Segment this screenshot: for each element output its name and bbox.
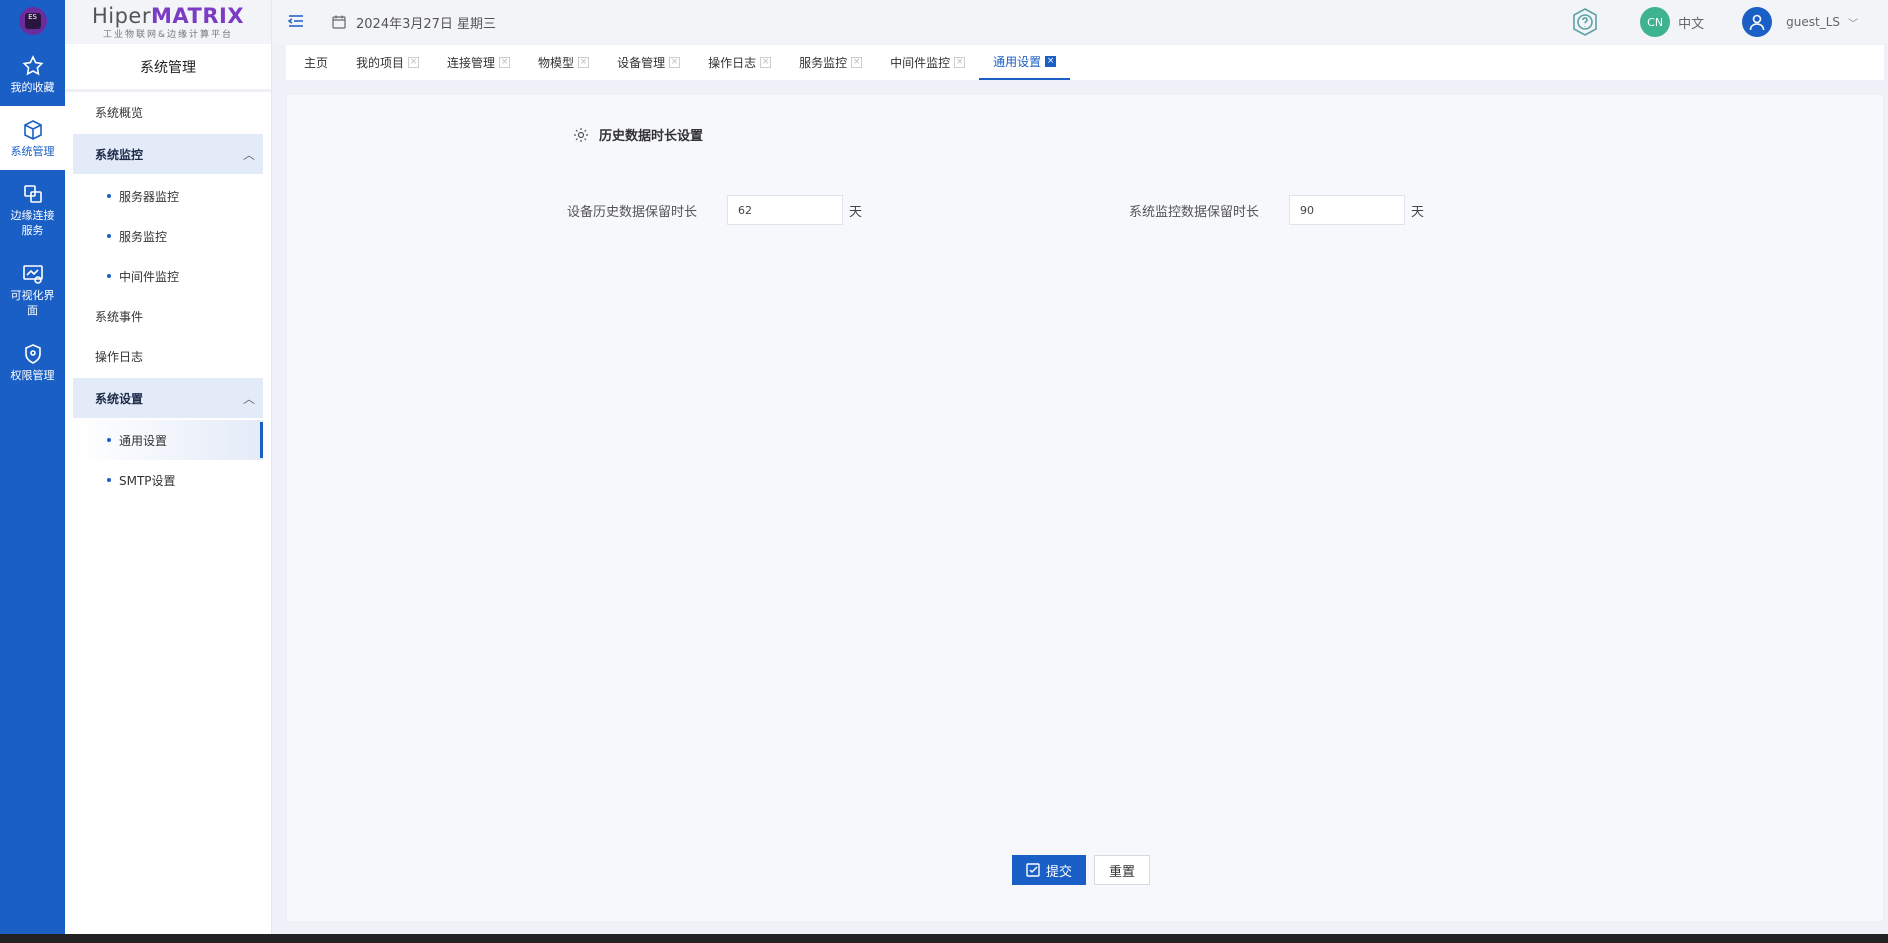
close-icon[interactable]: × (851, 57, 863, 68)
sidebar: HiperMATRIX 工业物联网&边缘计算平台 系统管理 系统概览 系统监控 ︿… (65, 0, 272, 934)
close-icon[interactable]: × (499, 57, 511, 68)
monitor-history-row: 系统监控数据保留时长 90 天 (1129, 195, 1424, 225)
form-actions: 提交 重置 (1012, 855, 1151, 885)
unit-label: 天 (849, 204, 863, 220)
chevron-up-icon: ︿ (242, 147, 255, 162)
section-title: 历史数据时长设置 (573, 125, 1607, 144)
checkbox-icon (1026, 863, 1040, 877)
device-history-input[interactable]: 62 (727, 195, 843, 225)
close-icon[interactable]: × (760, 57, 772, 68)
rail-item-favorites[interactable]: 我的收藏 (0, 42, 65, 106)
tab-bar: 主页 我的项目 × 连接管理 × 物模型 × 设备管理 × 操作日志 × 服务监控 × 中间… (286, 45, 1884, 80)
current-date: 2024年3月27日 星期三 (332, 13, 496, 32)
sidebar-item-smtp-settings[interactable]: SMTP设置 (73, 460, 263, 500)
close-icon[interactable]: × (669, 57, 681, 68)
close-icon[interactable]: × (578, 57, 590, 68)
device-history-label: 设备历史数据保留时长 (567, 204, 698, 220)
tab-service-monitor[interactable]: 服务监控 × (785, 45, 876, 80)
link-icon (23, 185, 42, 203)
rail-item-visualization[interactable]: 可视化界面 (0, 250, 65, 330)
bullet-icon (107, 234, 111, 238)
taskbar-strip (0, 934, 1888, 943)
user-name[interactable]: guest_LS (1786, 15, 1840, 29)
bullet-icon (107, 438, 111, 442)
chevron-down-icon[interactable]: ﹀ (1848, 15, 1858, 30)
rail-item-system-management[interactable]: 系统管理 (0, 106, 65, 170)
sidebar-item-general-settings[interactable]: 通用设置 (73, 420, 263, 460)
chevron-up-icon: ︿ (242, 391, 255, 406)
sidebar-item-operation-log[interactable]: 操作日志 (73, 336, 263, 376)
sidebar-group-system-settings[interactable]: 系统设置 ︿ (73, 378, 263, 418)
visual-icon (22, 265, 43, 284)
reset-button[interactable]: 重置 (1094, 855, 1151, 885)
submit-button[interactable]: 提交 (1012, 855, 1087, 885)
language-badge[interactable]: CN (1640, 7, 1671, 37)
sidebar-item-middleware-monitor[interactable]: 中间件监控 (73, 256, 263, 296)
help-icon[interactable] (1570, 7, 1600, 37)
language-label[interactable]: 中文 (1678, 13, 1704, 32)
tab-home[interactable]: 主页 (290, 45, 342, 80)
monitor-history-input[interactable]: 90 (1289, 195, 1405, 225)
gear-icon (574, 127, 588, 142)
history-settings-panel: 历史数据时长设置 设备历史数据保留时长 62 天 系统监控数据保留时长 90 天 (567, 125, 1607, 245)
main-content: 历史数据时长设置 设备历史数据保留时长 62 天 系统监控数据保留时长 90 天… (286, 94, 1884, 922)
tab-thing-model[interactable]: 物模型 × (524, 45, 603, 80)
tab-connection-management[interactable]: 连接管理 × (433, 45, 524, 80)
bullet-icon (107, 478, 111, 482)
logo-icon: ES (18, 7, 47, 35)
tab-general-settings[interactable]: 通用设置 × (979, 45, 1071, 80)
tab-middleware-monitor[interactable]: 中间件监控 × (876, 45, 979, 80)
device-history-row: 设备历史数据保留时长 62 天 (567, 195, 862, 225)
icon-rail: ES 我的收藏 系统管理 边缘连接服务 可视化界面 权限管理 (0, 0, 65, 934)
shield-icon (24, 343, 41, 364)
sidebar-item-system-events[interactable]: 系统事件 (73, 296, 263, 336)
cube-icon (23, 119, 42, 140)
sidebar-item-system-overview[interactable]: 系统概览 (73, 92, 263, 132)
bullet-icon (107, 194, 111, 198)
tab-operation-log[interactable]: 操作日志 × (694, 45, 785, 80)
sidebar-item-service-monitor[interactable]: 服务监控 (73, 216, 263, 256)
bullet-icon (107, 274, 111, 278)
rail-item-permissions[interactable]: 权限管理 (0, 330, 65, 394)
top-bar: 2024年3月27日 星期三 CN 中文 guest_LS ﹀ (272, 0, 1888, 44)
sidebar-menu: 系统概览 系统监控 ︿ 服务器监控 服务监控 中间件监控 系统事件 操作日志 系统… (65, 92, 271, 500)
brand-logo[interactable]: HiperMATRIX 工业物联网&边缘计算平台 (65, 0, 271, 44)
star-icon (21, 54, 44, 75)
tab-device-management[interactable]: 设备管理 × (603, 45, 694, 80)
sidebar-title: 系统管理 (65, 44, 271, 92)
close-icon[interactable]: × (1045, 56, 1057, 67)
sidebar-item-server-monitor[interactable]: 服务器监控 (73, 176, 263, 216)
unit-label: 天 (1411, 204, 1425, 220)
user-avatar[interactable] (1742, 7, 1773, 37)
tab-my-projects[interactable]: 我的项目 × (342, 45, 433, 80)
user-icon (1749, 14, 1765, 31)
close-icon[interactable]: × (408, 57, 420, 68)
calendar-icon (332, 15, 346, 29)
monitor-history-label: 系统监控数据保留时长 (1129, 204, 1260, 220)
rail-item-edge-connection[interactable]: 边缘连接服务 (0, 170, 65, 250)
sidebar-group-system-monitor[interactable]: 系统监控 ︿ (73, 134, 263, 174)
menu-collapse-icon[interactable] (287, 13, 304, 32)
close-icon[interactable]: × (954, 57, 966, 68)
app-logo[interactable]: ES (0, 0, 65, 42)
